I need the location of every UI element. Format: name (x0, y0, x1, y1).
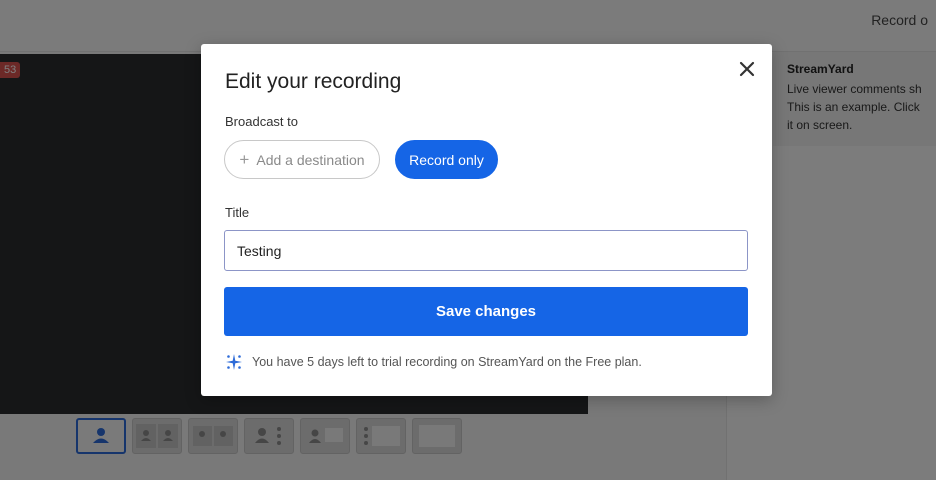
close-icon[interactable] (736, 58, 758, 80)
plus-icon: + (239, 149, 250, 169)
title-input[interactable] (224, 230, 748, 271)
record-only-label: Record only (409, 151, 484, 168)
record-only-button[interactable]: Record only (395, 140, 498, 179)
dialog-title: Edit your recording (225, 70, 402, 93)
trial-text: You have 5 days left to trial recording … (252, 355, 642, 369)
edit-recording-dialog: Edit your recording Broadcast to + Add a… (201, 44, 772, 396)
broadcast-to-label: Broadcast to (225, 114, 298, 129)
add-destination-label: Add a destination (256, 151, 365, 168)
add-destination-button[interactable]: + Add a destination (224, 140, 380, 179)
save-changes-button[interactable]: Save changes (224, 287, 748, 336)
sparkle-icon (226, 354, 242, 370)
trial-notice: You have 5 days left to trial recording … (225, 353, 642, 371)
title-label: Title (225, 205, 250, 220)
